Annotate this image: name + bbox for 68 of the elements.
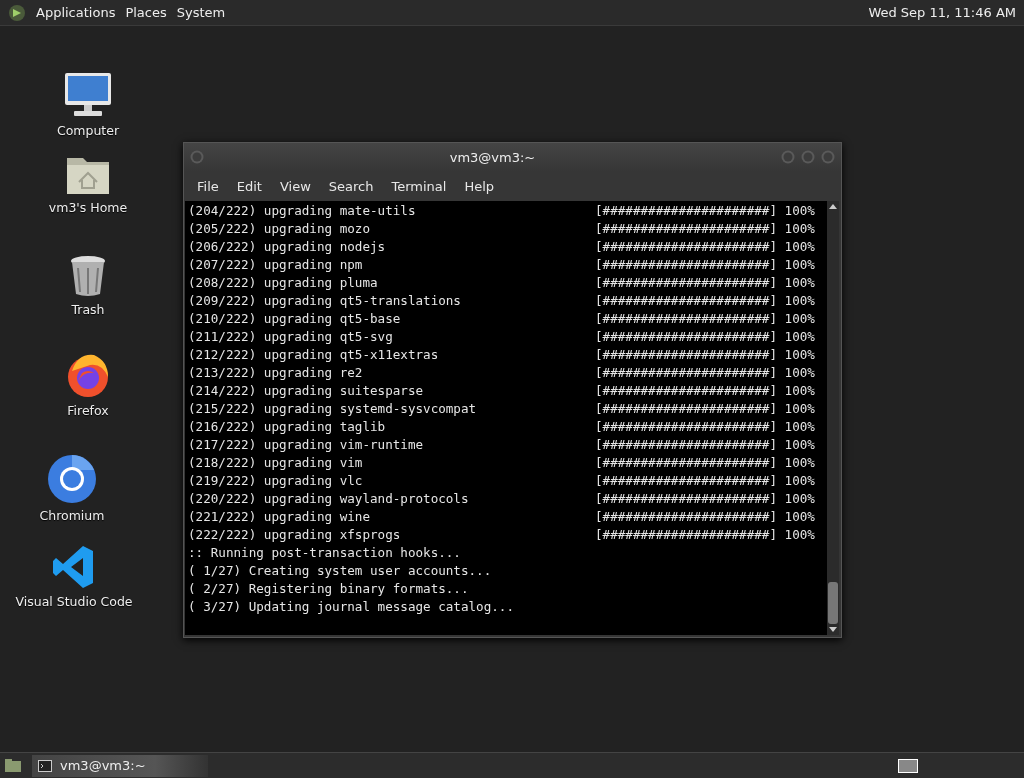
panel-menu[interactable]: System [176, 5, 226, 20]
progress-text: [######################] 100% [595, 238, 815, 256]
progress-text: [######################] 100% [595, 220, 815, 238]
computer-icon[interactable] [62, 71, 114, 119]
show-desktop-icon[interactable] [2, 758, 24, 773]
output-line: (206/222) upgrading nodejs [188, 238, 387, 256]
output-line: ( 3/27) Updating journal message catalog... [188, 598, 516, 616]
menu-item[interactable]: Help [455, 178, 504, 194]
output-line: ( 1/27) Creating system user accounts... [188, 562, 493, 580]
progress-text: [######################] 100% [595, 508, 815, 526]
output-line: (221/222) upgrading wine [188, 508, 371, 526]
progress-text: [######################] 100% [595, 418, 815, 436]
progress-text: [######################] 100% [595, 400, 815, 418]
progress-text: [######################] 100% [595, 490, 815, 508]
clock[interactable]: Wed Sep 11, 11:46 AM [868, 5, 1016, 20]
desktop-icon-label[interactable]: Visual Studio Code [15, 594, 133, 609]
progress-text: [######################] 100% [595, 436, 815, 454]
output-line: (207/222) upgrading npm [188, 256, 364, 274]
menu-logo-icon[interactable] [8, 3, 26, 22]
desktop-icon-label[interactable]: Trash [71, 302, 105, 317]
desktop-icon-label[interactable]: vm3's Home [48, 200, 128, 215]
output-line: (210/222) upgrading qt5-base [188, 310, 402, 328]
progress-text: [######################] 100% [595, 202, 815, 220]
terminal-icon [38, 759, 52, 772]
output-line: (212/222) upgrading qt5-x11extras [188, 346, 440, 364]
output-line: (204/222) upgrading mate-utils [188, 202, 417, 220]
taskbar-button[interactable]: vm3@vm3:~ [32, 754, 208, 777]
menu-item[interactable]: File [188, 178, 228, 194]
desktop-icon-label[interactable]: Firefox [67, 403, 109, 418]
output-line: (209/222) upgrading qt5-translations [188, 292, 462, 310]
progress-text: [######################] 100% [595, 454, 815, 472]
progress-text: [######################] 100% [595, 346, 815, 364]
output-line: (208/222) upgrading pluma [188, 274, 379, 292]
progress-text: [######################] 100% [595, 364, 815, 382]
output-line: (222/222) upgrading xfsprogs [188, 526, 402, 544]
progress-text: [######################] 100% [595, 274, 815, 292]
progress-text: [######################] 100% [595, 382, 815, 400]
panel-menu[interactable]: Places [125, 5, 167, 20]
workspace-switcher[interactable] [898, 758, 918, 773]
output-line: :: Running post-transaction hooks... [188, 544, 462, 562]
output-line: (213/222) upgrading re2 [188, 364, 364, 382]
output-line: ( 2/27) Registering binary formats... [188, 580, 470, 598]
output-line: (214/222) upgrading suitesparse [188, 382, 425, 400]
desktop-icon-label[interactable]: Computer [56, 123, 120, 138]
progress-text: [######################] 100% [595, 526, 815, 544]
ring-logo-icon[interactable] [47, 454, 97, 504]
progress-text: [######################] 100% [595, 292, 815, 310]
output-line: (211/222) upgrading qt5-svg [188, 328, 394, 346]
progress-text: [######################] 100% [595, 472, 815, 490]
progress-text: [######################] 100% [595, 256, 815, 274]
progress-text: [######################] 100% [595, 328, 815, 346]
window-title: vm3@vm3:~ [448, 149, 537, 165]
menu-item[interactable]: View [270, 178, 320, 194]
scrollbar[interactable] [827, 201, 839, 635]
output-line: (216/222) upgrading taglib [188, 418, 387, 436]
menu-item[interactable]: Edit [227, 178, 271, 194]
menu-item[interactable]: Terminal [382, 178, 456, 194]
output-line: (205/222) upgrading mozo [188, 220, 371, 238]
output-line: (219/222) upgrading vlc [188, 472, 364, 490]
output-line: (218/222) upgrading vim [188, 454, 364, 472]
menu-item[interactable]: Search [319, 178, 383, 194]
panel-menu[interactable]: Applications [36, 5, 116, 20]
output-line: (215/222) upgrading systemd-sysvcompat [188, 400, 478, 418]
progress-text: [######################] 100% [595, 310, 815, 328]
output-line: (217/222) upgrading vim-runtime [188, 436, 425, 454]
trash-icon[interactable] [68, 254, 108, 298]
output-line: (220/222) upgrading wayland-protocols [188, 490, 470, 508]
desktop-icon-label[interactable]: Chromium [39, 508, 105, 523]
